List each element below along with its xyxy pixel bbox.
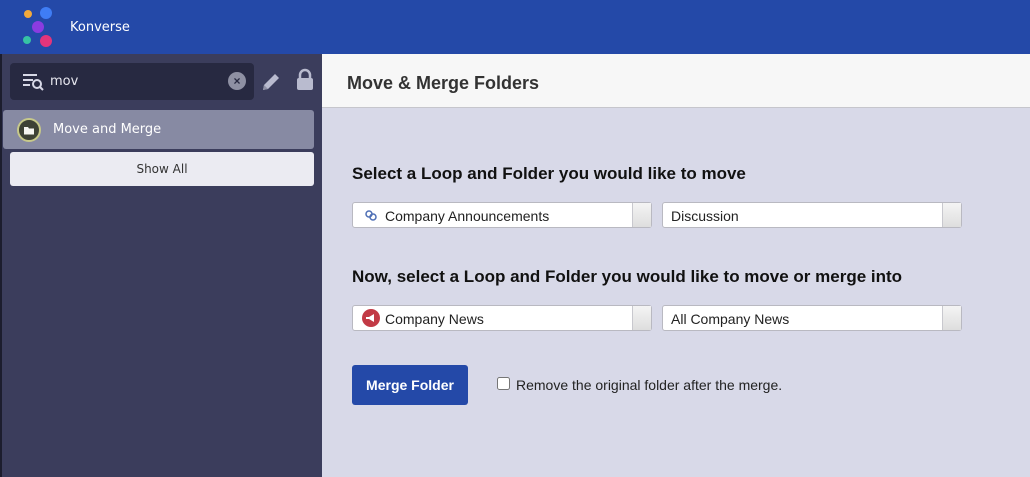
target-folder-value: All Company News (671, 311, 790, 327)
sidebar: × Move and Merge Show All (0, 54, 322, 477)
source-loop-value: Company Announcements (385, 208, 550, 224)
page-title: Move & Merge Folders (347, 73, 540, 93)
page-header: Move & Merge Folders (322, 54, 1030, 108)
chat-loop-icon (365, 210, 377, 221)
target-heading: Now, select a Loop and Folder you would … (352, 267, 903, 286)
target-loop-value: Company News (385, 311, 484, 327)
remove-original-checkbox[interactable] (497, 377, 510, 390)
dropdown-arrow-icon[interactable] (632, 203, 651, 227)
megaphone-loop-icon (362, 309, 380, 327)
search-input[interactable] (50, 71, 220, 91)
source-folder-select[interactable]: Discussion (662, 202, 962, 228)
search-menu-icon[interactable] (22, 72, 44, 92)
clear-icon[interactable]: × (228, 72, 246, 90)
remove-original-label: Remove the original folder after the mer… (516, 377, 783, 393)
top-bar: Konverse (0, 0, 1030, 54)
sidebar-edge (0, 54, 2, 477)
source-folder-value: Discussion (671, 208, 739, 224)
target-loop-select[interactable]: Company News (352, 305, 652, 331)
show-all-button[interactable]: Show All (10, 152, 314, 186)
source-heading: Select a Loop and Folder you would like … (352, 164, 746, 183)
lock-icon[interactable] (295, 68, 315, 92)
dropdown-arrow-icon[interactable] (942, 203, 961, 227)
source-loop-select[interactable]: Company Announcements (352, 202, 652, 228)
search-result-move-and-merge[interactable]: Move and Merge (3, 110, 314, 149)
target-folder-select[interactable]: All Company News (662, 305, 962, 331)
search-box: × (10, 63, 254, 100)
merge-folder-button[interactable]: Merge Folder (352, 365, 468, 405)
search-result-label: Move and Merge (53, 122, 162, 137)
app-title: Konverse (70, 20, 130, 35)
konverse-logo[interactable] (20, 5, 60, 49)
dropdown-arrow-icon[interactable] (632, 306, 651, 330)
folder-avatar-icon (17, 118, 41, 142)
pencil-icon[interactable] (260, 71, 282, 93)
dropdown-arrow-icon[interactable] (942, 306, 961, 330)
